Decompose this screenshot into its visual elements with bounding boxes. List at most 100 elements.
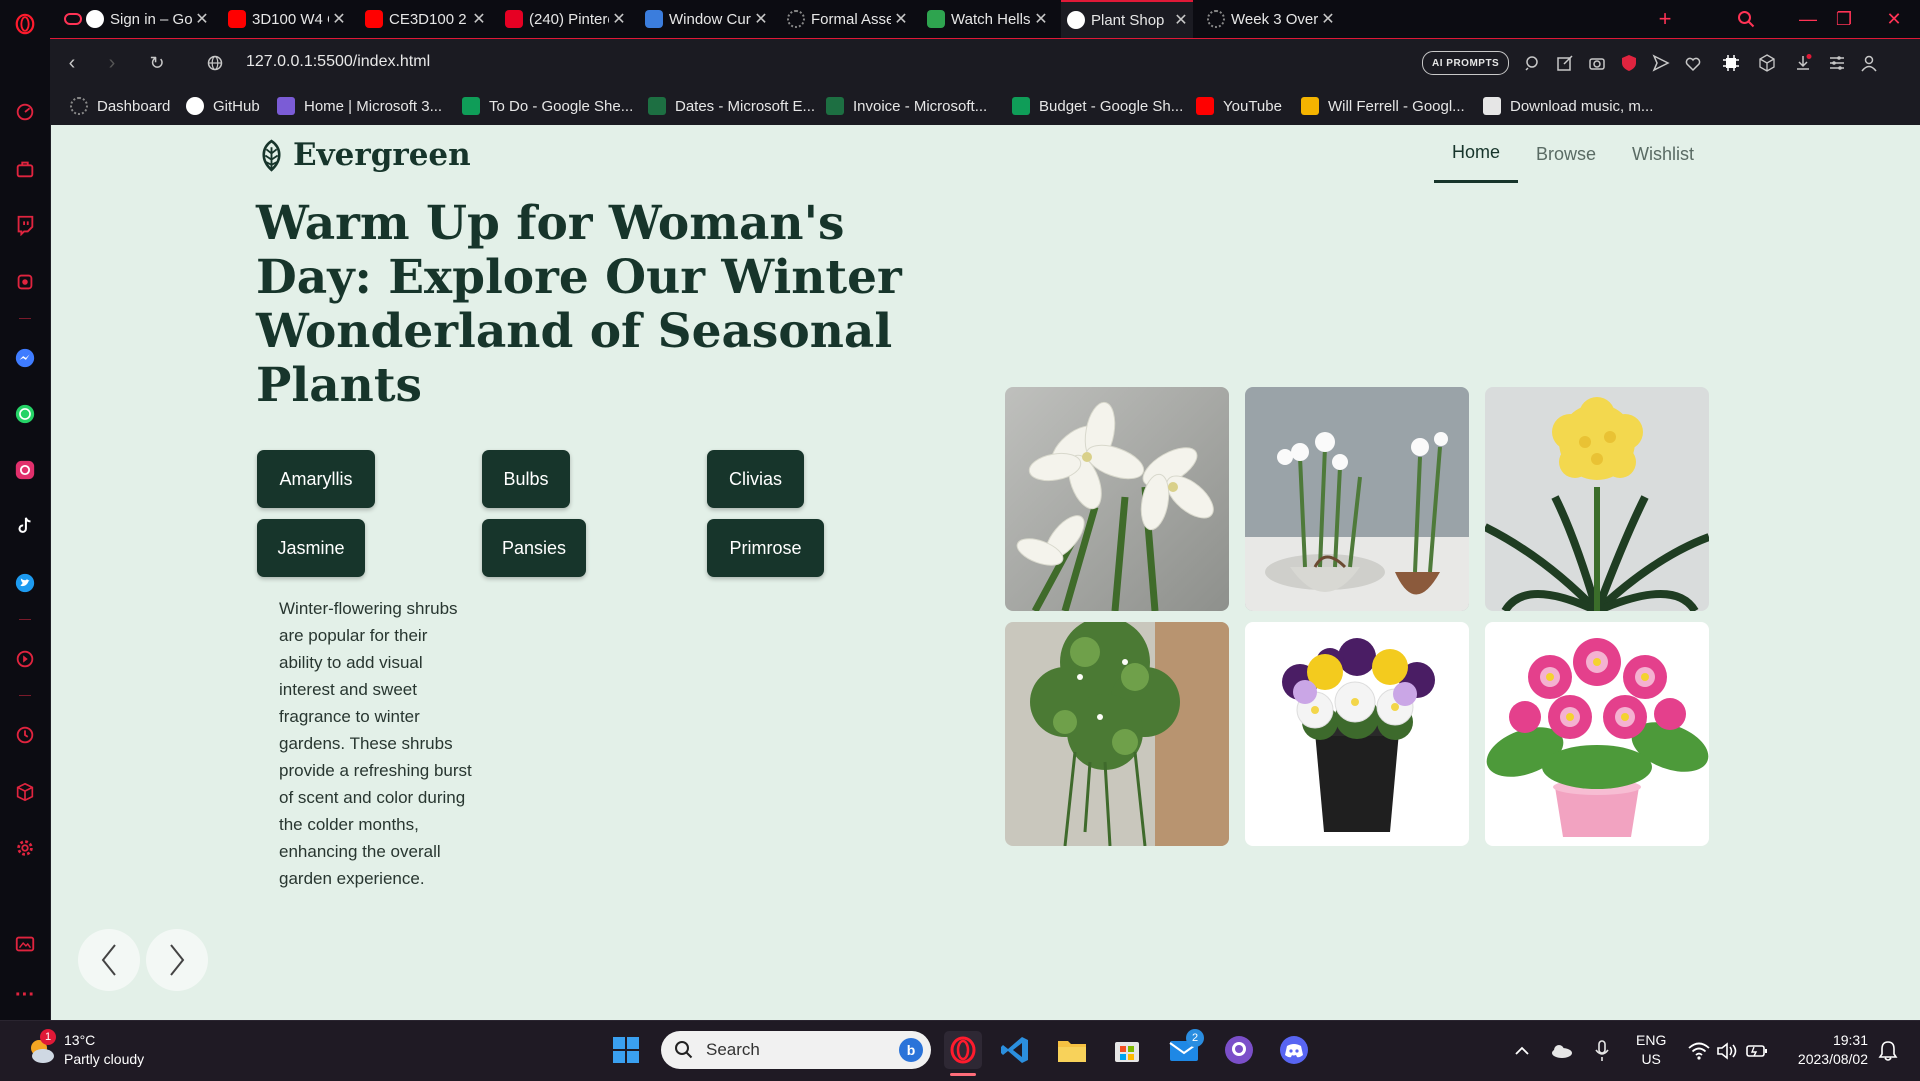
bookmark-item[interactable]: YouTube — [1196, 87, 1282, 125]
next-arrow-button[interactable] — [146, 929, 208, 991]
tab-close-icon[interactable]: ✕ — [469, 9, 489, 29]
wifi-icon[interactable] — [1686, 1038, 1712, 1064]
reload-icon[interactable]: ↻ — [145, 51, 169, 75]
amaryllis-photo[interactable] — [1005, 387, 1229, 611]
aria-ai-icon[interactable] — [13, 270, 37, 294]
weather-widget[interactable]: 13°C Partly cloudy — [64, 1031, 144, 1069]
paperwhite-bulbs-photo[interactable] — [1245, 387, 1469, 611]
tab-7[interactable]: Plant Shop ✕ — [1061, 0, 1193, 38]
file-explorer-icon[interactable] — [1055, 1033, 1089, 1067]
adblock-shield-icon[interactable] — [1618, 52, 1640, 74]
tab-close-icon[interactable]: ✕ — [891, 9, 911, 29]
tab-close-icon[interactable]: ✕ — [192, 9, 212, 29]
heart-icon[interactable] — [1682, 52, 1704, 74]
tab-3[interactable]: (240) Pinterest✕ — [499, 0, 631, 38]
nav-browse[interactable]: Browse — [1518, 125, 1614, 183]
plant-button-jasmine[interactable]: Jasmine — [257, 519, 365, 577]
chip-extension-icon[interactable] — [1720, 52, 1742, 74]
prev-arrow-button[interactable] — [78, 929, 140, 991]
brand-logo[interactable]: Evergreen — [256, 137, 471, 173]
language-indicator[interactable]: ENG US — [1636, 1031, 1666, 1069]
extensions-icon[interactable] — [1756, 52, 1778, 74]
player-icon[interactable] — [13, 647, 37, 671]
bookmark-item[interactable]: GitHub — [186, 87, 260, 125]
clivia-photo[interactable] — [1485, 387, 1709, 611]
nav-wishlist[interactable]: Wishlist — [1614, 125, 1712, 183]
bookmark-item[interactable]: To Do - Google She... — [462, 87, 633, 125]
bookmark-item[interactable]: Home | Microsoft 3... — [277, 87, 442, 125]
tab-search-icon[interactable] — [1728, 0, 1764, 38]
history-icon[interactable] — [13, 723, 37, 747]
tab-4[interactable]: Window Curtain✕ — [639, 0, 773, 38]
extensions-cube-icon[interactable] — [13, 780, 37, 804]
windows-start-icon[interactable] — [610, 1034, 642, 1066]
site-info-icon[interactable] — [203, 51, 227, 75]
tab-close-icon[interactable]: ✕ — [1031, 9, 1051, 29]
bookmark-item[interactable]: Will Ferrell - Googl... — [1301, 87, 1465, 125]
settings-gear-icon[interactable] — [13, 836, 37, 860]
profile-icon[interactable] — [1858, 52, 1880, 74]
snapshot-camera-icon[interactable] — [1586, 52, 1608, 74]
microsoft-store-icon[interactable] — [1110, 1033, 1144, 1067]
bing-icon[interactable]: b — [899, 1038, 923, 1062]
bookmark-item[interactable]: Budget - Google Sh... — [1012, 87, 1183, 125]
url-field[interactable]: 127.0.0.1:5500/index.html — [246, 53, 430, 71]
tab-close-icon[interactable]: ✕ — [329, 9, 349, 29]
tab-close-icon[interactable]: ✕ — [609, 9, 629, 29]
microphone-icon[interactable] — [1590, 1038, 1614, 1064]
share-edit-icon[interactable] — [1554, 52, 1576, 74]
tray-expand-icon[interactable] — [1510, 1039, 1534, 1063]
onedrive-icon[interactable] — [1548, 1039, 1574, 1063]
vscode-icon[interactable] — [998, 1033, 1032, 1067]
tab-0[interactable]: Sign in – Google✕ — [80, 0, 214, 38]
new-tab-icon[interactable]: + — [1650, 0, 1680, 38]
tiktok-icon[interactable] — [13, 514, 37, 538]
tab-close-icon[interactable]: ✕ — [1171, 10, 1191, 30]
messenger-icon[interactable] — [13, 346, 37, 370]
discord-icon[interactable] — [1277, 1033, 1311, 1067]
tab-2[interactable]: CE3D100 2 Week✕ — [359, 0, 491, 38]
search-in-page-icon[interactable] — [1522, 52, 1544, 74]
bookmark-item[interactable]: Dashboard — [70, 87, 170, 125]
shopping-icon[interactable] — [13, 157, 37, 181]
bookmark-item[interactable]: Dates - Microsoft E... — [648, 87, 815, 125]
notifications-icon[interactable] — [1874, 1037, 1902, 1065]
taskbar-search[interactable]: Search b — [661, 1031, 931, 1069]
forward-icon[interactable]: › — [100, 51, 124, 75]
opera-taskbar-icon[interactable] — [944, 1031, 982, 1069]
downloads-icon[interactable] — [1792, 52, 1814, 74]
plant-button-bulbs[interactable]: Bulbs — [482, 450, 570, 508]
easy-setup-icon[interactable] — [1826, 52, 1848, 74]
tab-1[interactable]: 3D100 W4 C1 -✕ — [222, 0, 351, 38]
send-icon[interactable] — [1650, 52, 1672, 74]
github-desktop-icon[interactable] — [1222, 1033, 1256, 1067]
opera-logo-icon[interactable] — [13, 12, 37, 36]
pansies-photo[interactable] — [1245, 622, 1469, 846]
tab-5[interactable]: Formal Assessm✕ — [781, 0, 913, 38]
jasmine-photo[interactable] — [1005, 622, 1229, 846]
plant-button-primrose[interactable]: Primrose — [707, 519, 824, 577]
speed-dial-icon[interactable] — [13, 100, 37, 124]
plant-button-amaryllis[interactable]: Amaryllis — [257, 450, 375, 508]
close-window-icon[interactable]: ✕ — [1876, 0, 1912, 38]
system-clock[interactable]: 19:31 2023/08/02 — [1798, 1031, 1868, 1069]
tab-close-icon[interactable]: ✕ — [751, 9, 771, 29]
instagram-icon[interactable] — [13, 458, 37, 482]
back-icon[interactable]: ‹ — [60, 51, 84, 75]
bookmark-item[interactable]: Download music, m... — [1483, 87, 1653, 125]
whatsapp-icon[interactable] — [13, 402, 37, 426]
ai-prompts-button[interactable]: AI PROMPTS — [1422, 51, 1510, 75]
restore-icon[interactable]: ❐ — [1826, 0, 1862, 38]
primrose-photo[interactable] — [1485, 622, 1709, 846]
more-options-icon[interactable]: ··· — [13, 983, 37, 1007]
bookmark-item[interactable]: Invoice - Microsoft... — [826, 87, 987, 125]
nav-home[interactable]: Home — [1434, 125, 1519, 183]
twitter-icon[interactable] — [13, 571, 37, 595]
battery-icon[interactable] — [1744, 1038, 1770, 1064]
plant-button-clivias[interactable]: Clivias — [707, 450, 804, 508]
pinboard-icon[interactable] — [13, 932, 37, 956]
tab-close-icon[interactable]: ✕ — [1318, 9, 1338, 29]
plant-button-pansies[interactable]: Pansies — [482, 519, 586, 577]
tab-8[interactable]: Week 3 Overview✕ — [1201, 0, 1340, 38]
minimize-icon[interactable]: — — [1790, 0, 1826, 38]
